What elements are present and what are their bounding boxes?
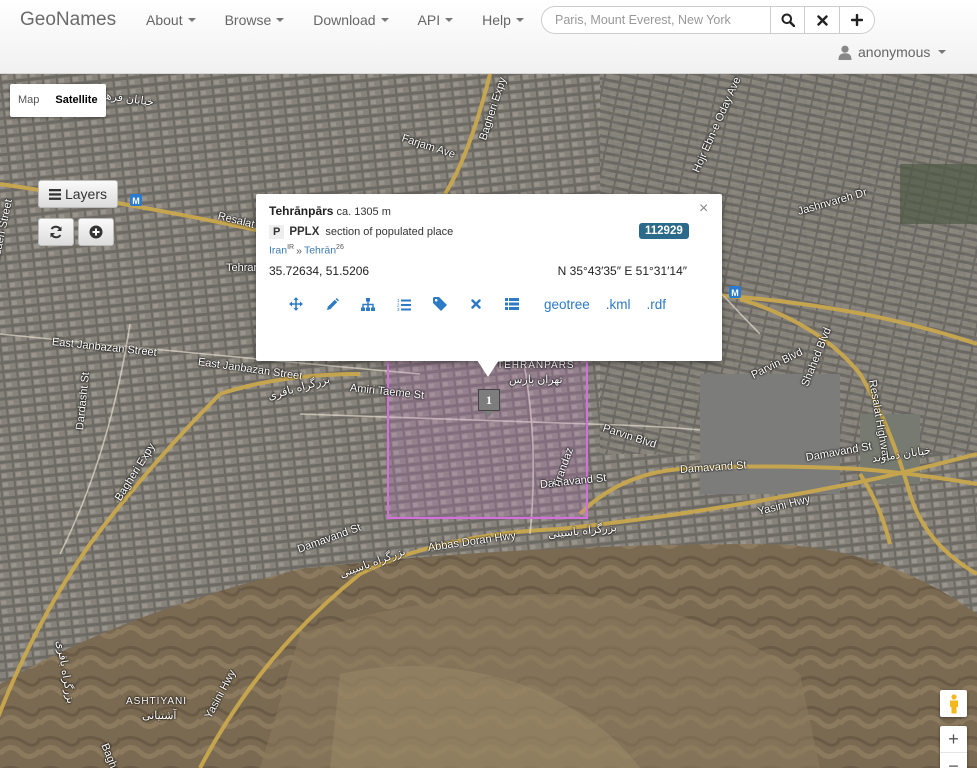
clear-search-button[interactable] [805, 6, 840, 34]
zoom-out-button[interactable]: − [940, 753, 967, 768]
nav-browse-label: Browse [224, 12, 272, 28]
map-canvas[interactable]: M M خیابان فرهاد Bagheri Expy Farjam Ave… [0, 74, 977, 768]
geotree-link[interactable]: geotree [544, 297, 590, 312]
caret-down-icon [276, 18, 285, 22]
add-button[interactable] [78, 218, 114, 246]
plus-icon [851, 14, 863, 26]
place-popup: × Tehrānpārs ca. 1305 m P PPLX section of… [256, 194, 722, 361]
admin1-link[interactable]: Tehrān [304, 245, 336, 257]
layers-label: Layers [64, 186, 108, 202]
feature-description: section of populated place [325, 226, 454, 238]
feature-class: P [269, 225, 285, 239]
hierarchy-separator: » [296, 244, 302, 257]
street-label: آشتیانی [142, 710, 177, 722]
svg-text:3: 3 [397, 307, 400, 311]
nav-download-label: Download [313, 12, 376, 28]
nav-browse[interactable]: Browse [225, 12, 285, 28]
country-link[interactable]: Iran [269, 245, 287, 257]
geoname-id-badge[interactable]: 112929 [639, 223, 689, 239]
username: anonymous [858, 44, 931, 60]
brand-logo[interactable]: GeoNames [20, 9, 116, 31]
plus-circle-icon [89, 225, 103, 239]
caret-down-icon [515, 18, 524, 22]
street-label: ASHTIYANI [126, 696, 188, 707]
caret-down-icon [445, 18, 454, 22]
search-input[interactable] [541, 6, 770, 34]
map-marker[interactable]: 1 [478, 389, 500, 411]
search-group [541, 6, 875, 34]
user-icon [838, 45, 852, 60]
place-name-text: Tehrānpārs [269, 204, 334, 218]
street-label: تهران پارس [509, 374, 563, 386]
map-type-satellite[interactable]: Satellite [47, 84, 105, 117]
list-icon [48, 188, 61, 200]
edit-pencil-icon[interactable] [314, 294, 350, 314]
street-view-pegman-icon[interactable] [940, 690, 967, 717]
close-icon[interactable]: × [699, 200, 708, 218]
country-code: IR [287, 244, 295, 251]
nav-help-label: Help [482, 12, 511, 28]
popup-pointer [477, 360, 499, 377]
map-marker-pointer [484, 411, 494, 417]
coordinates-decimal: 35.72634, 51.5206 [269, 264, 370, 278]
hierarchy-sitemap-icon[interactable] [350, 294, 386, 314]
navbar: GeoNames About Browse Download API Help … [0, 0, 977, 74]
zoom-control: + − [940, 726, 967, 768]
svg-text:M: M [132, 196, 140, 206]
caret-down-icon [187, 18, 196, 22]
place-name: Tehrānpārs ca. 1305 m [269, 204, 391, 218]
kml-link[interactable]: .kml [606, 297, 631, 312]
nav-menu: About Browse Download API Help [146, 12, 553, 28]
hierarchy: IranIR» Tehrān26 [269, 244, 344, 257]
close-icon [816, 14, 828, 26]
nav-api[interactable]: API [418, 12, 454, 28]
admin1-code: 26 [336, 244, 344, 251]
nav-about-label: About [146, 12, 183, 28]
place-elevation: ca. 1305 m [336, 206, 391, 218]
popup-toolbar: 123 geotree .kml .rdf [278, 294, 682, 314]
coordinates-dms: N 35°43′35″ E 51°31′14″ [557, 264, 687, 278]
caret-down-icon [938, 50, 947, 54]
list-view-icon[interactable] [494, 294, 530, 314]
layers-button[interactable]: Layers [38, 180, 118, 208]
zoom-in-button[interactable]: + [940, 726, 967, 753]
nav-about[interactable]: About [146, 12, 196, 28]
satellite-imagery: M M [0, 74, 977, 768]
feature-row: P PPLX section of populated place [269, 225, 453, 239]
map-type-map[interactable]: Map [10, 84, 47, 117]
feature-code: PPLX [289, 226, 320, 238]
caret-down-icon [380, 18, 389, 22]
delete-x-icon[interactable] [458, 294, 494, 314]
svg-text:M: M [731, 288, 739, 298]
rdf-link[interactable]: .rdf [647, 297, 667, 312]
tag-icon[interactable] [422, 294, 458, 314]
user-menu[interactable]: anonymous [838, 44, 947, 60]
nav-download[interactable]: Download [313, 12, 389, 28]
advanced-search-button[interactable] [840, 6, 875, 34]
move-icon[interactable] [278, 294, 314, 314]
refresh-button[interactable] [38, 218, 74, 246]
refresh-icon [50, 225, 62, 239]
map-type-control: Map Satellite [10, 84, 106, 117]
nav-help[interactable]: Help [482, 12, 524, 28]
ordered-list-icon[interactable]: 123 [386, 294, 422, 314]
street-label: TEHRANPARS [497, 360, 575, 371]
search-button[interactable] [770, 6, 805, 34]
nav-api-label: API [417, 12, 441, 28]
search-icon [781, 13, 795, 27]
